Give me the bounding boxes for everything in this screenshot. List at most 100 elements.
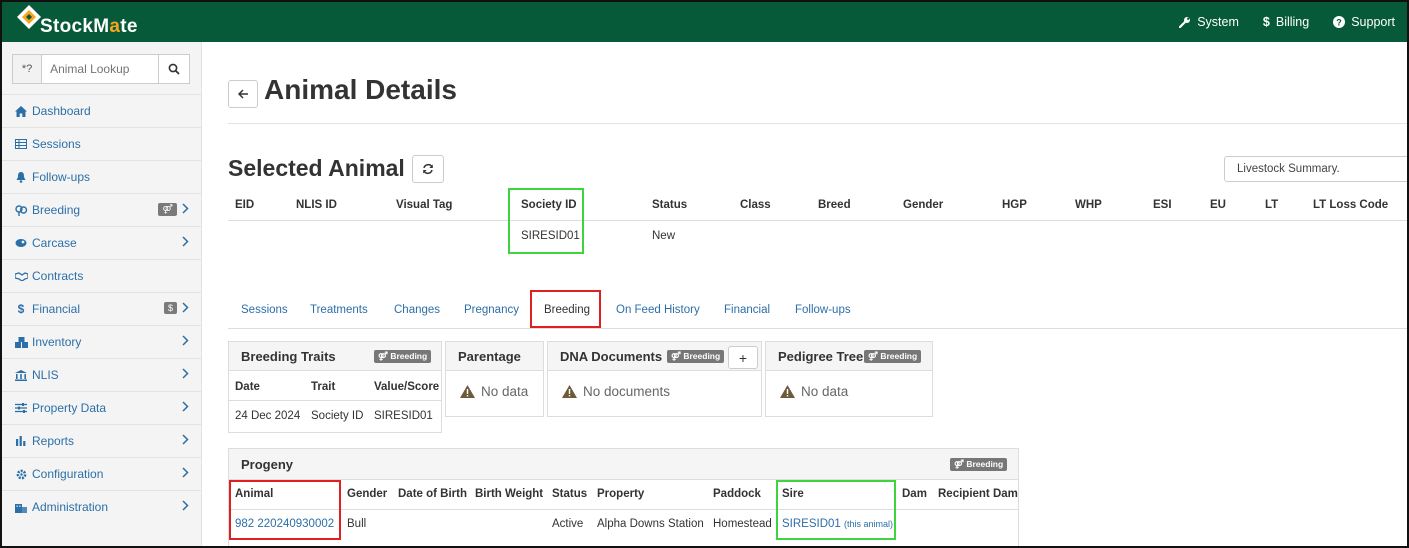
trait-date: 24 Dec 2024 — [235, 410, 301, 422]
pedigree-tree-card: Pedigree Tree ⚤ Breeding No data — [765, 341, 933, 417]
sidebar-item-contracts[interactable]: Contracts — [2, 259, 201, 292]
animal-column-highlight — [229, 480, 341, 540]
card-header: Breeding Traits ⚤ Breeding — [229, 342, 441, 371]
divider — [229, 509, 1018, 510]
refresh-button[interactable] — [412, 155, 444, 183]
billing-link[interactable]: $ Billing — [1263, 15, 1309, 29]
sidebar-item-sessions[interactable]: Sessions — [2, 127, 201, 160]
col-lt-loss-code: LT Loss Code — [1313, 199, 1389, 211]
society-id-highlight — [508, 188, 584, 254]
logo-icon — [17, 5, 41, 29]
sidebar-item-inventory[interactable]: Inventory — [2, 325, 201, 358]
col-dam: Dam — [902, 488, 927, 500]
wildcard-toggle[interactable]: *? — [13, 55, 43, 83]
col-whp: WHP — [1075, 199, 1102, 211]
card-title: DNA Documents — [560, 349, 663, 364]
logo[interactable]: StockMate — [14, 4, 137, 40]
sidebar-item-nlis[interactable]: NLIS — [2, 358, 201, 391]
sidebar-item-administration[interactable]: Administration — [2, 490, 201, 523]
page-title: Animal Details — [264, 74, 457, 105]
chevron-right-icon — [182, 434, 189, 445]
bank-icon — [14, 369, 28, 381]
section-title: Selected Animal — [228, 155, 405, 181]
sidebar-item-dashboard[interactable]: Dashboard — [2, 94, 201, 127]
chevron-right-icon — [182, 203, 189, 214]
sire-column-highlight — [776, 480, 896, 540]
tab-on-feed-history[interactable]: On Feed History — [616, 304, 700, 316]
col-date: Date — [235, 381, 260, 393]
sidebar-item-configuration[interactable]: Configuration — [2, 457, 201, 490]
trait-value: SIRESID01 — [374, 410, 433, 422]
col-hgp: HGP — [1002, 199, 1027, 211]
breeding-tab-highlight — [530, 290, 601, 328]
breeding-tag: ⚤ Breeding — [667, 350, 725, 363]
card-title: Pedigree Tree — [778, 349, 864, 364]
card-header: Pedigree Tree ⚤ Breeding — [766, 342, 932, 371]
table-icon — [14, 138, 28, 150]
status-value: New — [652, 230, 676, 242]
col-lt: LT — [1265, 199, 1279, 211]
col-eu: EU — [1210, 199, 1226, 211]
sidebar-item-breeding[interactable]: Breeding ⚤ — [2, 193, 201, 226]
card-title: Breeding Traits — [241, 349, 336, 364]
col-eid: EID — [235, 199, 255, 211]
progeny-paddock: Homestead — [713, 518, 772, 530]
divider — [228, 123, 1407, 124]
search-icon — [168, 63, 180, 75]
chevron-right-icon — [182, 401, 189, 412]
chevron-right-icon — [182, 368, 189, 379]
table-row[interactable]: SIRESID01 New — [228, 221, 1407, 251]
sliders-icon — [14, 402, 28, 414]
animal-lookup-input[interactable] — [42, 55, 159, 83]
parentage-card: Parentage No data — [445, 341, 544, 417]
add-document-button[interactable]: + — [728, 346, 758, 369]
arrow-left-icon — [237, 89, 248, 99]
col-visual-tag: Visual Tag — [396, 199, 453, 211]
support-link[interactable]: ? Support — [1333, 15, 1395, 29]
col-esi: ESI — [1153, 199, 1172, 211]
chevron-right-icon — [182, 467, 189, 478]
system-link[interactable]: System — [1179, 15, 1239, 29]
empty-state: No documents — [562, 384, 670, 399]
bell-icon — [14, 171, 28, 183]
building-icon — [14, 501, 28, 513]
breeding-tag: ⚤ Breeding — [864, 350, 922, 363]
sidebar-item-carcase[interactable]: Carcase — [2, 226, 201, 259]
card-header: DNA Documents ⚤ Breeding + — [548, 342, 761, 371]
table-header: EID NLIS ID Visual Tag Society ID Status… — [228, 190, 1407, 221]
chevron-right-icon — [182, 236, 189, 247]
tab-follow-ups[interactable]: Follow-ups — [795, 304, 851, 316]
progeny-card: Progeny ⚤ Breeding Animal Gender Date of… — [228, 448, 1019, 546]
svg-text:?: ? — [1336, 18, 1342, 28]
financial-badge: $ — [163, 302, 177, 314]
warning-icon — [562, 385, 577, 398]
tab-changes[interactable]: Changes — [394, 304, 440, 316]
tab-financial[interactable]: Financial — [724, 304, 770, 316]
back-button[interactable] — [228, 80, 258, 108]
sidebar-item-property-data[interactable]: Property Data — [2, 391, 201, 424]
col-paddock: Paddock — [713, 488, 761, 500]
sidebar-item-reports[interactable]: Reports — [2, 424, 201, 457]
logo-text: StockMate — [40, 16, 138, 37]
card-title: Parentage — [458, 349, 521, 364]
carcase-icon — [14, 237, 28, 249]
empty-state: No data — [460, 384, 528, 399]
home-icon — [14, 105, 28, 117]
tab-pregnancy[interactable]: Pregnancy — [464, 304, 519, 316]
trait-name: Society ID — [311, 410, 364, 422]
sidebar-item-follow-ups[interactable]: Follow-ups — [2, 160, 201, 193]
refresh-icon — [423, 163, 433, 175]
progeny-gender: Bull — [347, 518, 367, 530]
tab-sessions[interactable]: Sessions — [241, 304, 288, 316]
sidebar-item-financial[interactable]: $ Financial $ — [2, 292, 201, 325]
summary-select[interactable]: Livestock Summary. — [1224, 156, 1407, 182]
breeding-badge: ⚤ — [158, 203, 177, 216]
tab-treatments[interactable]: Treatments — [310, 304, 368, 316]
breeding-tag: ⚤ Breeding — [950, 458, 1008, 471]
card-title: Progeny — [241, 457, 294, 472]
search-button[interactable] — [158, 55, 189, 83]
chevron-right-icon — [182, 335, 189, 346]
warning-icon — [460, 385, 475, 398]
bar-chart-icon — [14, 435, 28, 447]
col-birth-weight: Birth Weight — [475, 488, 544, 500]
